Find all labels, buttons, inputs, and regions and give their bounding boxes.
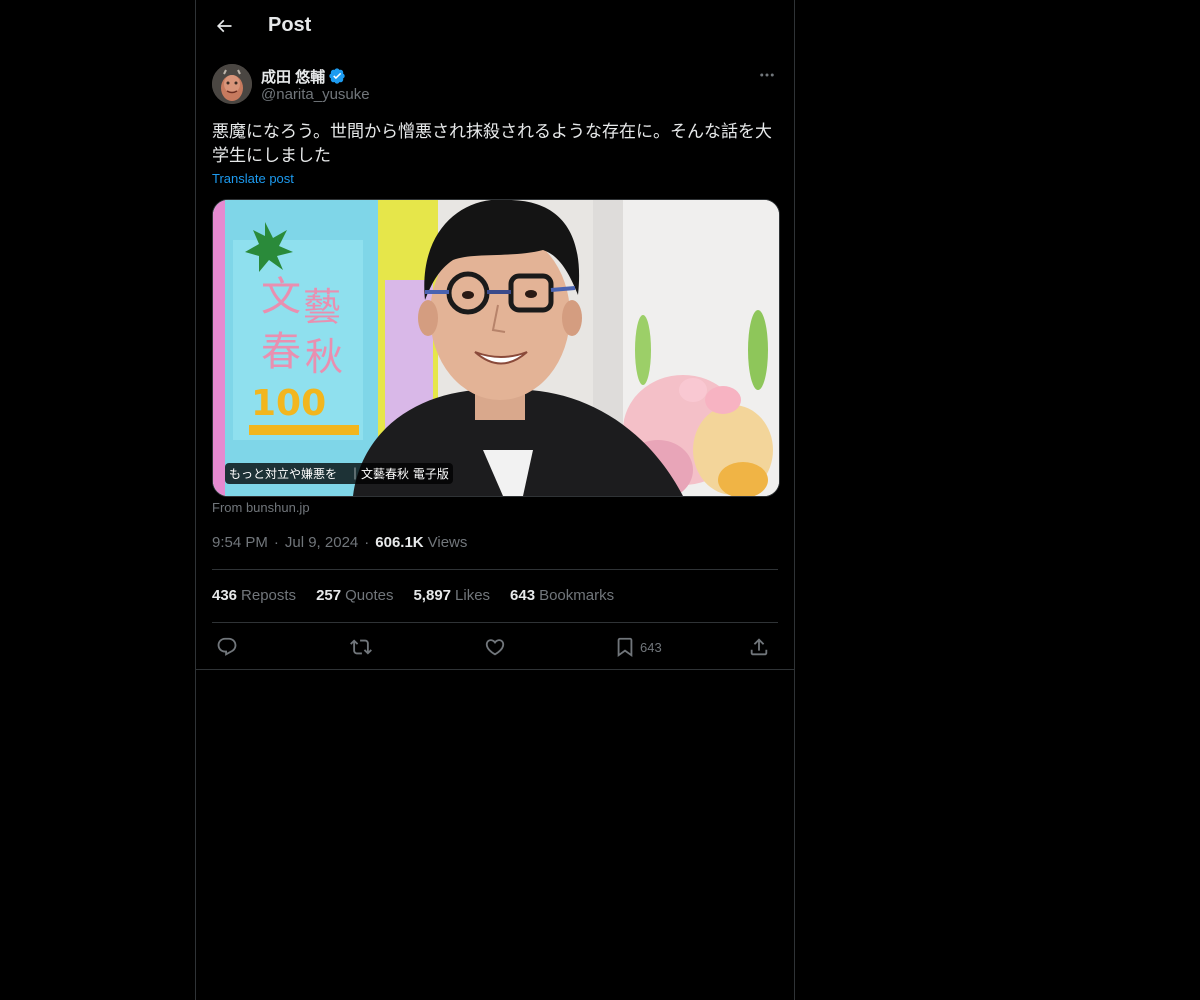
stat-bookmarks[interactable]: 643 Bookmarks	[510, 587, 614, 604]
more-dots-icon	[760, 73, 774, 77]
share-button[interactable]	[748, 633, 770, 661]
bookmark-button[interactable]: 643	[614, 633, 662, 661]
heart-icon	[485, 639, 505, 656]
divider	[212, 622, 778, 623]
post-actions: 643	[212, 633, 778, 661]
stat-count: 5,897	[413, 587, 452, 604]
repost-icon	[350, 639, 372, 655]
post-text: 悪魔になろう。世間から憎悪され抹殺されるような存在に。そんな話を大学生にしました	[212, 122, 772, 166]
engagement-stats: 436 Reposts 257 Quotes 5,897 Likes 643 Bookm…	[212, 587, 634, 604]
views-count: 606.1K	[375, 534, 424, 551]
svg-text:秋: 秋	[305, 335, 343, 379]
page-title: Post	[268, 14, 312, 36]
post-column: Post 成田 悠輔 @narita_yusuke 悪魔になろう。世間から憎悪さ…	[195, 0, 795, 1000]
avatar-image	[212, 64, 252, 104]
stat-label: Bookmarks	[539, 587, 615, 604]
author-name[interactable]: 成田 悠輔	[261, 66, 325, 87]
stat-label: Reposts	[241, 587, 297, 604]
stat-count: 436	[212, 587, 238, 604]
stat-count: 643	[510, 587, 536, 604]
card-image: 文 藝 春 秋 100	[213, 200, 779, 496]
stat-count: 257	[316, 587, 342, 604]
link-card[interactable]: 文 藝 春 秋 100 もっと対立や嫌悪を ｜文藝春秋 電子版	[212, 199, 780, 497]
stat-quotes[interactable]: 257 Quotes	[316, 587, 393, 604]
svg-text:春: 春	[261, 329, 301, 375]
reply-button[interactable]	[216, 633, 238, 661]
reply-icon	[217, 637, 237, 656]
svg-text:100: 100	[251, 383, 326, 424]
translate-post-link[interactable]: Translate post	[212, 171, 294, 186]
divider	[196, 669, 794, 670]
post-header: Post	[196, 0, 794, 53]
avatar[interactable]	[212, 64, 252, 104]
card-source[interactable]: From bunshun.jp	[212, 500, 310, 515]
stat-likes[interactable]: 5,897 Likes	[413, 587, 490, 604]
views-label: Views	[427, 534, 468, 551]
card-caption: もっと対立や嫌悪を ｜文藝春秋 電子版	[225, 463, 453, 484]
verified-badge-icon	[329, 68, 345, 84]
divider	[212, 569, 778, 570]
share-icon	[750, 638, 768, 656]
bookmark-icon	[617, 637, 633, 658]
meta-separator: ·	[364, 534, 370, 551]
svg-text:文: 文	[261, 274, 301, 320]
like-button[interactable]	[484, 633, 506, 661]
more-button[interactable]	[756, 64, 778, 86]
back-button[interactable]	[210, 12, 238, 40]
stat-label: Quotes	[345, 587, 394, 604]
svg-text:藝: 藝	[303, 285, 341, 329]
post-date[interactable]: Jul 9, 2024	[285, 534, 358, 551]
author-name-row[interactable]: 成田 悠輔	[261, 66, 346, 86]
meta-separator: ·	[273, 534, 279, 551]
stat-reposts[interactable]: 436 Reposts	[212, 587, 296, 604]
bookmark-count: 643	[640, 639, 662, 655]
repost-button[interactable]	[350, 633, 372, 661]
author-handle[interactable]: @narita_yusuke	[261, 86, 370, 103]
post-meta: 9:54 PM · Jul 9, 2024 · 606.1K Views	[212, 534, 467, 551]
post-time[interactable]: 9:54 PM	[212, 534, 268, 551]
stat-label: Likes	[455, 587, 491, 604]
back-arrow-icon	[216, 19, 232, 33]
